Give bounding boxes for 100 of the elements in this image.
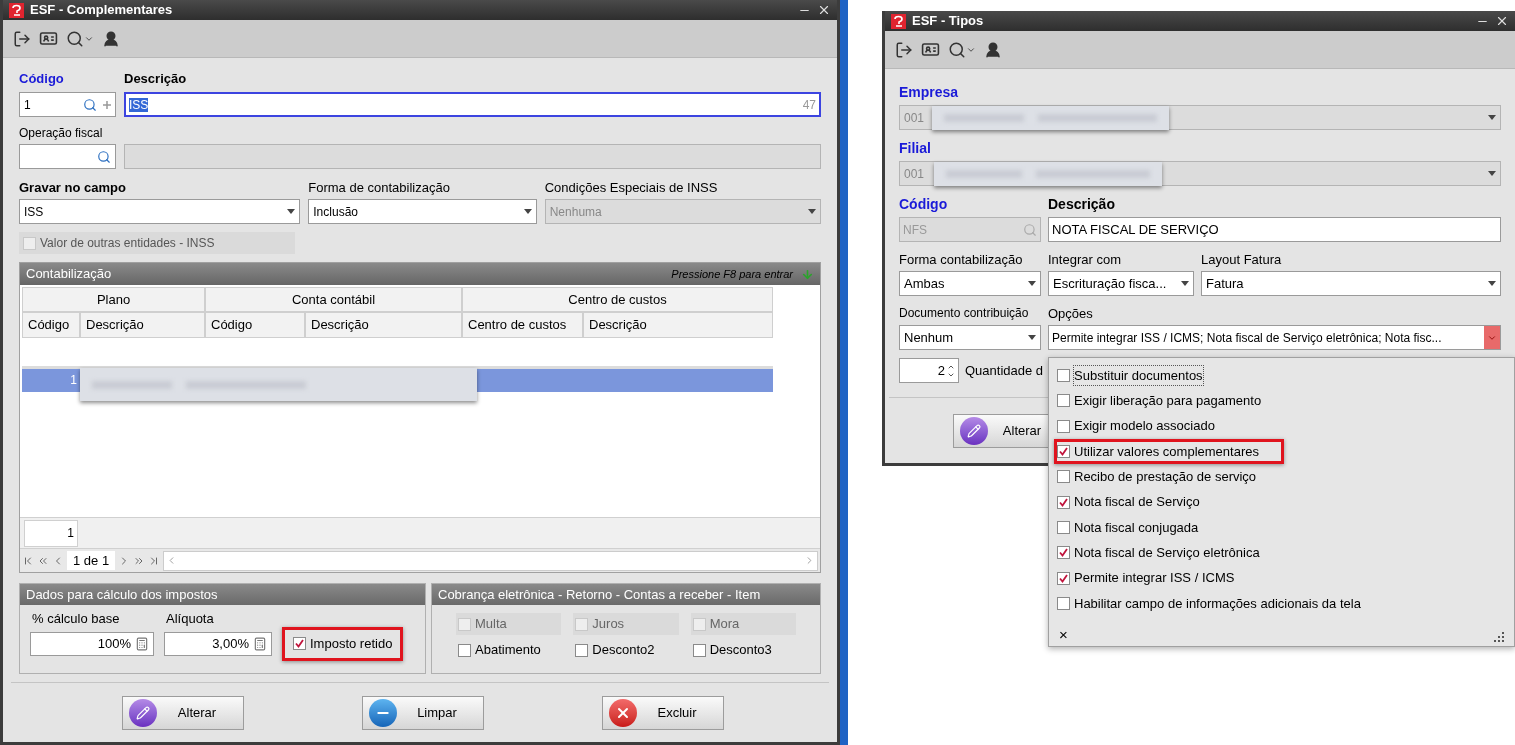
quantity-spinner[interactable]: 2 [899, 358, 959, 383]
search-menu-icon[interactable] [948, 40, 976, 59]
pencil-icon [129, 698, 157, 727]
checkbox[interactable] [1057, 445, 1070, 459]
check-icon [1059, 447, 1068, 457]
clear-button[interactable]: Limpar [362, 695, 484, 730]
option-checkbox-row[interactable]: Utilizar valores complementares [1054, 439, 1284, 465]
checkbox-row[interactable]: Desconto3 [690, 639, 796, 661]
code-field[interactable]: 1 [19, 92, 116, 117]
option-checkbox-row[interactable]: Habilitar campo de informações adicionais da tela [1057, 590, 1361, 616]
dropdown-caret-icon [1028, 281, 1036, 286]
field-label: Código [899, 195, 949, 214]
option-checkbox-row[interactable]: Nota fiscal conjugada [1057, 514, 1199, 540]
dropdown[interactable]: Ambas [899, 271, 1041, 296]
code-field: NFS [899, 217, 1041, 242]
field-label: Documento contribuição [899, 305, 1030, 322]
card-icon[interactable] [921, 40, 940, 59]
checkbox[interactable] [1057, 520, 1070, 534]
close-icon[interactable] [1495, 14, 1509, 28]
user-icon[interactable] [984, 40, 1002, 59]
checkbox[interactable] [1057, 571, 1070, 585]
option-checkbox-row[interactable]: Substituir documentos [1057, 363, 1203, 389]
pencil-icon [960, 416, 988, 445]
exit-icon[interactable] [13, 29, 31, 48]
dropdown-caret-icon [1181, 281, 1189, 286]
panel-title: Dados para cálculo dos impostos [26, 585, 218, 604]
page-indicator: 1 de 1 [67, 550, 116, 571]
checkbox[interactable] [1057, 419, 1070, 433]
option-checkbox-row[interactable]: Exigir liberação para pagamento [1057, 388, 1262, 414]
exit-icon[interactable] [895, 40, 913, 59]
column-group-header: Centro de custos [462, 287, 773, 312]
app-logo-icon [9, 2, 24, 18]
fiscal-operation-field[interactable] [19, 144, 116, 169]
column-header[interactable]: Centro de custos [462, 312, 583, 338]
column-header[interactable]: Código [22, 312, 80, 338]
search-icon [1023, 222, 1037, 237]
description-field[interactable]: ISS 47 [124, 92, 821, 117]
checkbox-row[interactable]: Abatimento [456, 639, 562, 661]
check-icon [1059, 573, 1068, 583]
checkbox[interactable] [1057, 470, 1070, 484]
column-group-header: Conta contábil [205, 287, 462, 312]
option-checkbox-row[interactable]: Recibo de prestação de serviço [1057, 464, 1257, 490]
checkbox[interactable] [1057, 546, 1070, 560]
calculator-icon[interactable] [253, 636, 267, 651]
search-icon[interactable] [97, 149, 111, 164]
card-icon[interactable] [39, 29, 58, 48]
keyboard-hint: Pressione F8 para entrar [671, 266, 793, 282]
delete-button[interactable]: Excluir [602, 695, 724, 730]
checkbox[interactable] [1057, 596, 1070, 610]
first-page-icon[interactable] [22, 554, 34, 567]
plus-icon[interactable] [103, 100, 111, 109]
checkbox[interactable] [1057, 495, 1070, 509]
checkbox[interactable] [1057, 369, 1070, 383]
close-icon[interactable] [817, 3, 831, 17]
checkbox[interactable] [1057, 394, 1070, 408]
checkbox-row[interactable]: Desconto2 [573, 639, 679, 661]
check-icon [1059, 497, 1068, 507]
field-label: Empresa [899, 83, 960, 102]
dropdown[interactable]: Escrituração fisca... [1048, 271, 1194, 296]
dropdown-caret-icon [1488, 171, 1496, 176]
close-button[interactable]: × [1059, 627, 1068, 642]
check-icon [1059, 548, 1068, 558]
window-title: ESF - Tipos [912, 12, 984, 31]
option-checkbox-row[interactable]: Permite integrar ISS / ICMS [1057, 565, 1235, 591]
resize-grip-icon[interactable] [1494, 632, 1504, 642]
column-header[interactable]: Descrição [80, 312, 205, 338]
options-dropdown[interactable]: Permite integrar ISS / ICMS; Nota fiscal de Serviço eletrônica; Nota fisc... [1048, 325, 1501, 350]
search-icon[interactable] [83, 97, 97, 112]
field-label: Alíquota [165, 610, 215, 628]
checkbox-row[interactable]: Imposto retido [282, 626, 404, 661]
app-logo-icon [891, 13, 906, 29]
search-menu-icon[interactable] [66, 29, 94, 48]
user-icon[interactable] [102, 29, 120, 48]
field-label: Código [19, 69, 65, 88]
dropdown-caret-icon [1488, 281, 1496, 286]
checkbox[interactable] [293, 637, 306, 650]
dropdown[interactable]: Inclusão [308, 199, 537, 224]
number-field[interactable]: 3,00% [164, 631, 272, 656]
calculator-icon[interactable] [135, 636, 149, 651]
field-label: Descrição [124, 69, 187, 88]
field-label: Opções [1048, 305, 1093, 322]
field-label: Gravar no campo [19, 179, 127, 196]
dropdown-caret-icon [1488, 115, 1496, 120]
dropdown-caret-icon [808, 209, 816, 214]
checkbox[interactable] [575, 643, 589, 657]
column-header[interactable]: Descrição [305, 312, 462, 338]
description-field[interactable]: NOTA FISCAL DE SERVIÇO [1048, 217, 1501, 242]
edit-button[interactable]: Alterar [122, 695, 244, 730]
option-checkbox-row[interactable]: Nota fiscal de Serviço [1057, 489, 1200, 515]
checkbox[interactable] [692, 643, 706, 657]
column-header[interactable]: Descrição [583, 312, 773, 338]
option-checkbox-row[interactable]: Nota fiscal de Serviço eletrônica [1057, 540, 1260, 566]
column-header[interactable]: Código [205, 312, 305, 338]
dropdown[interactable]: Fatura [1201, 271, 1501, 296]
dropdown[interactable]: Nenhum [899, 325, 1041, 350]
panel-title: Cobrança eletrônica - Retorno - Contas a receber - Item [438, 585, 761, 604]
dropdown[interactable]: ISS [19, 199, 301, 224]
checkbox[interactable] [458, 643, 471, 657]
field-label: Integrar com [1048, 251, 1122, 268]
number-field[interactable]: 100% [30, 631, 154, 656]
